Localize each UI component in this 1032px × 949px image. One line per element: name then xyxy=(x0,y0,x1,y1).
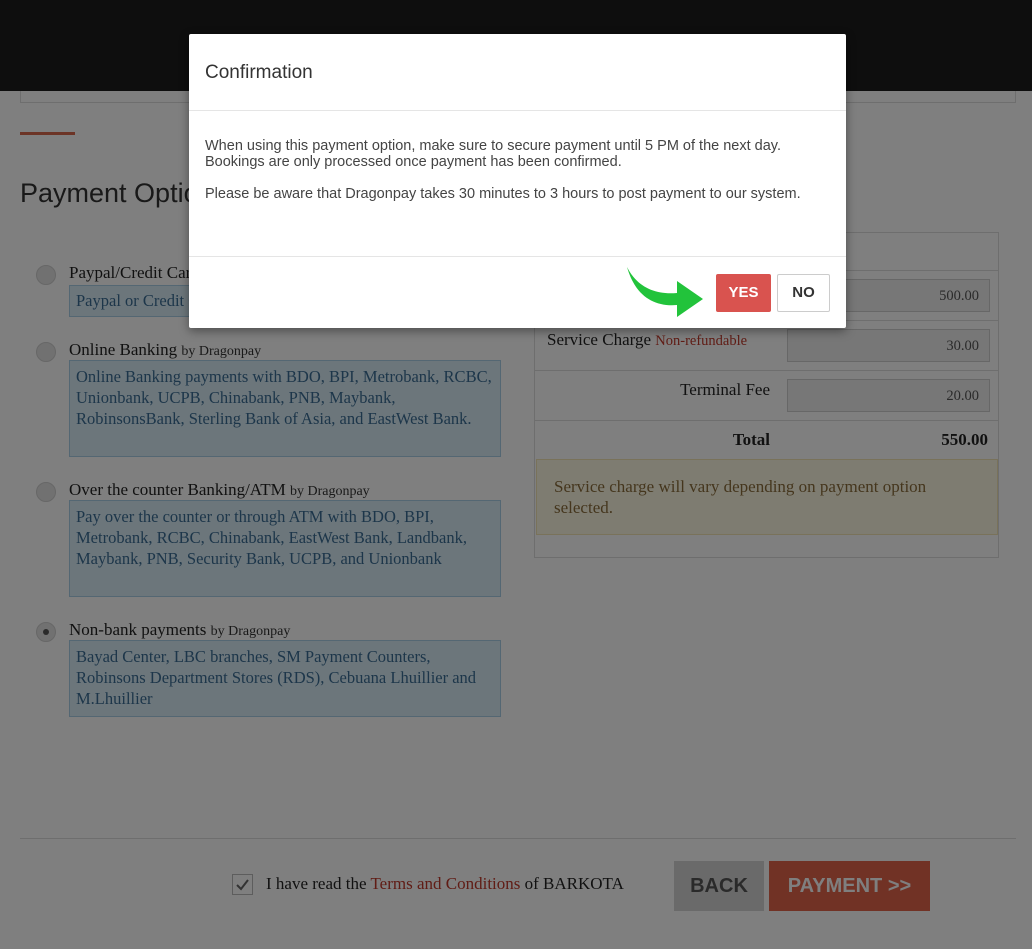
modal-paragraph-1: When using this payment option, make sur… xyxy=(205,138,782,170)
yes-button[interactable]: YES xyxy=(716,274,771,312)
modal-header: Confirmation xyxy=(189,34,846,111)
green-arrow-icon xyxy=(627,267,703,317)
no-button[interactable]: NO xyxy=(777,274,830,312)
modal-body: When using this payment option, make sur… xyxy=(205,138,835,218)
confirmation-modal: Confirmation When using this payment opt… xyxy=(189,34,846,328)
modal-title: Confirmation xyxy=(205,62,313,83)
modal-paragraph-2: Please be aware that Dragonpay takes 30 … xyxy=(205,186,801,202)
